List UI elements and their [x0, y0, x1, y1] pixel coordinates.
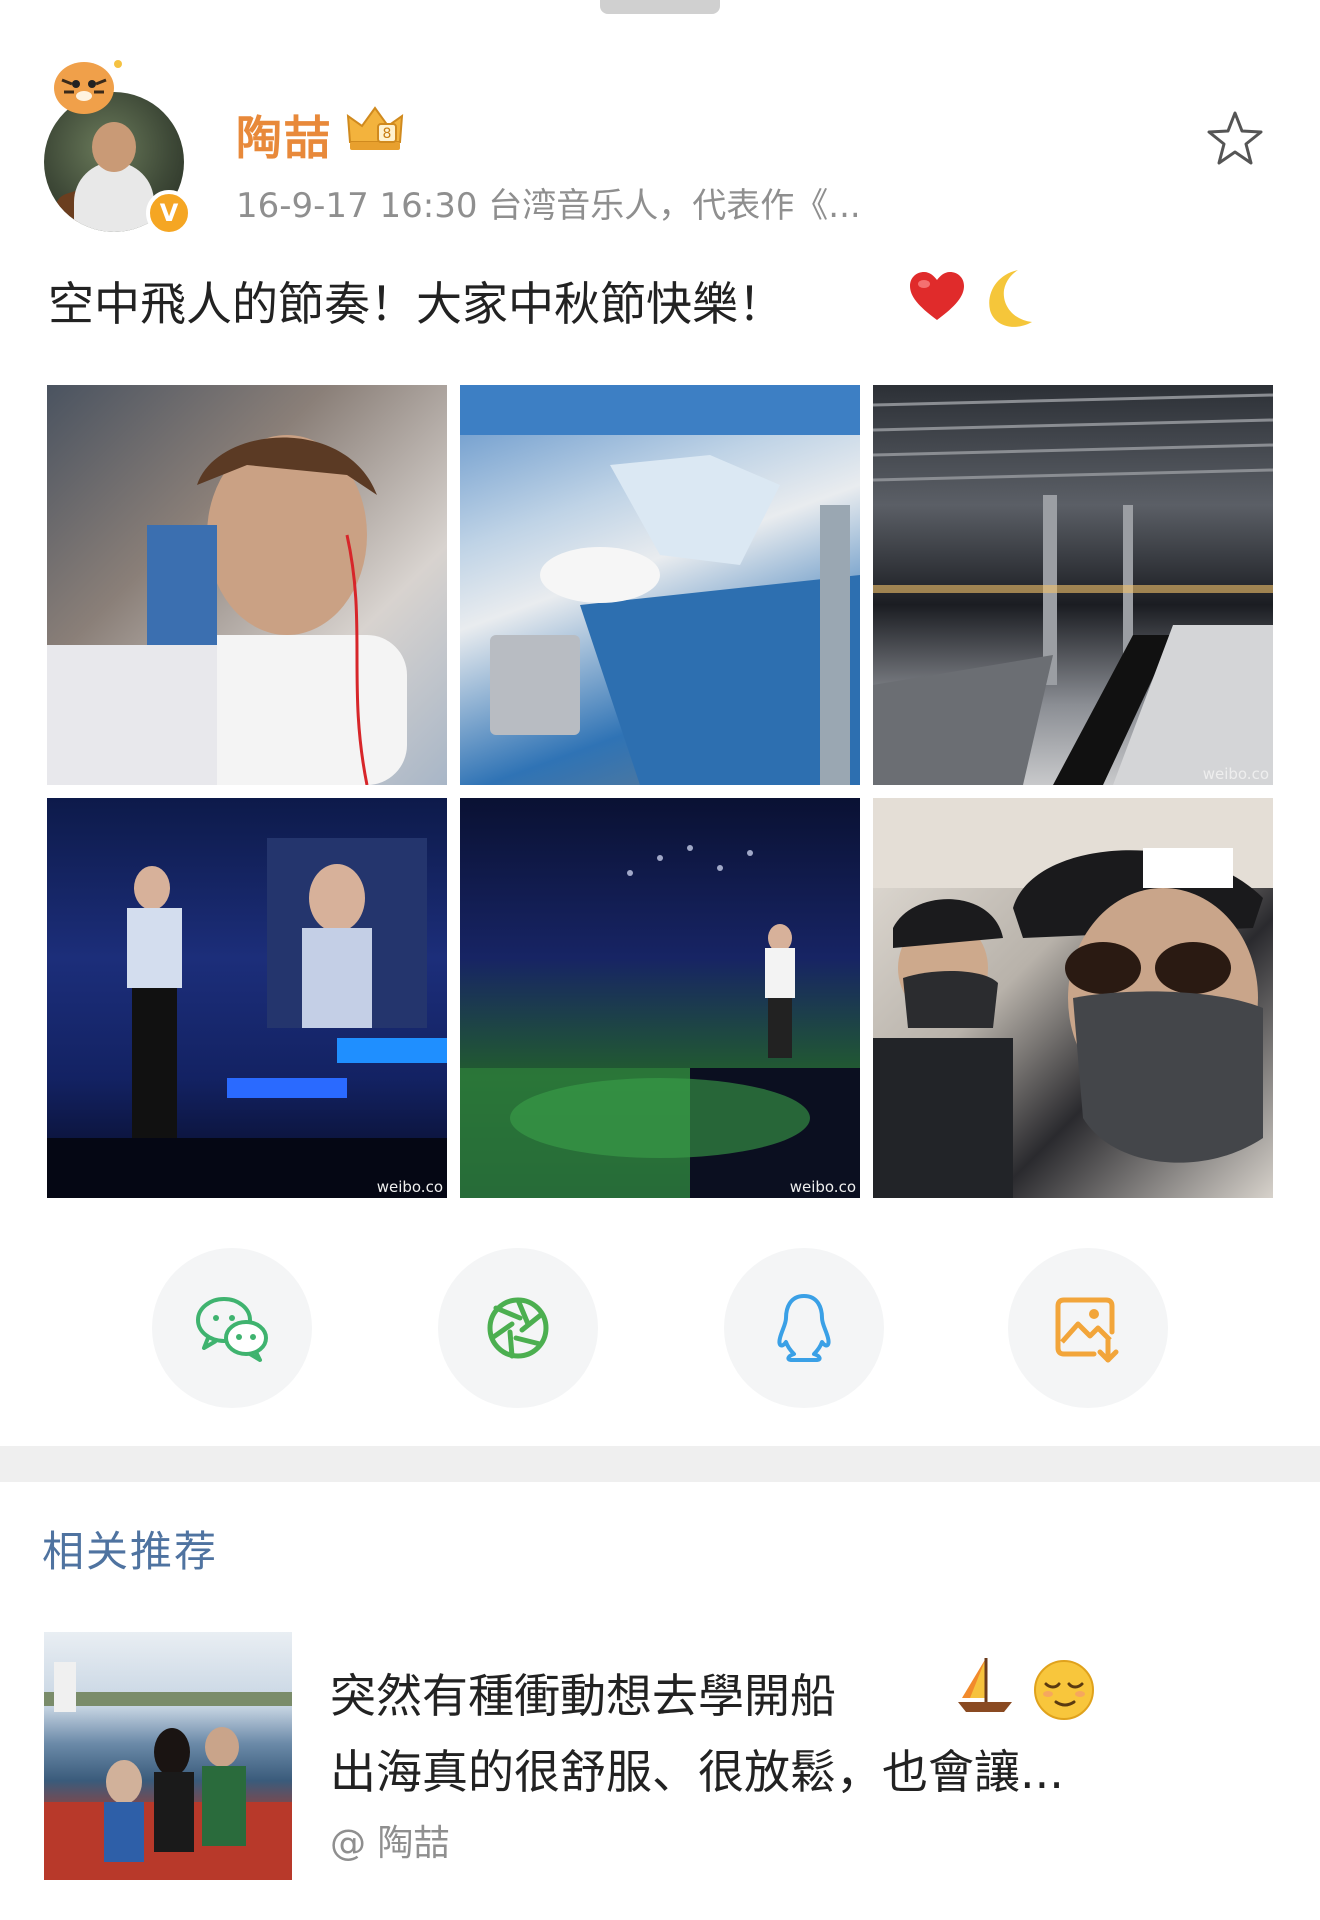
photo-4[interactable]: weibo.co [47, 798, 447, 1198]
photo-watermark: weibo.co [376, 1178, 443, 1196]
car-selfie-photo-art [873, 798, 1273, 1198]
save-image-icon [1055, 1297, 1119, 1363]
related-item-snippet[interactable]: 出海真的很舒服、很放鬆，也會讓... [330, 1736, 1064, 1802]
related-item-author[interactable]: @ 陶喆 [330, 1814, 449, 1866]
share-qq-button[interactable] [724, 1248, 884, 1408]
photo-6[interactable] [873, 798, 1273, 1198]
concert-stage-photo-art [47, 838, 447, 1198]
post-text: 空中飛人的節奏！大家中秋節快樂！ [48, 277, 784, 331]
post-meta: 16-9-17 16:30 台湾音乐人，代表作《... [236, 186, 861, 226]
favorite-star-icon[interactable] [1204, 108, 1266, 170]
share-moments-button[interactable] [438, 1248, 598, 1408]
avatar[interactable]: V [44, 50, 194, 236]
post-header: V 陶喆 8 16-9-17 16:30 台湾音乐人，代表作《... [44, 50, 1284, 236]
sailboat-icon [958, 1658, 1012, 1712]
red-heart-icon [910, 272, 964, 320]
weibo-share-page: V 陶喆 8 16-9-17 16:30 台湾音乐人，代表作《... 空中飛人的… [0, 0, 1320, 1920]
wechat-icon [196, 1297, 268, 1362]
save-image-button[interactable] [1008, 1248, 1168, 1408]
photo-5[interactable]: weibo.co [460, 798, 860, 1198]
photo-watermark: weibo.co [789, 1178, 856, 1196]
crown-vip-icon: 8 [346, 106, 404, 150]
sheet-drag-handle[interactable] [600, 0, 720, 14]
photo-grid: weibo.co weibo.co weibo.co [47, 385, 1273, 1199]
selfie-photo-art [47, 435, 407, 785]
section-divider [0, 1446, 1320, 1482]
crescent-moon-icon [989, 270, 1032, 327]
svg-text:8: 8 [383, 126, 392, 142]
related-item-title[interactable]: 突然有種衝動想去學開船 [330, 1660, 836, 1726]
tiger-sticker-icon [54, 60, 122, 114]
relieved-face-icon [1034, 1660, 1094, 1720]
train-berth-photo-art [460, 385, 860, 785]
photo-watermark: weibo.co [1202, 765, 1269, 783]
related-section-title: 相关推荐 [42, 1527, 219, 1576]
photo-1[interactable] [47, 385, 447, 785]
qq-icon [777, 1294, 831, 1362]
photo-3[interactable]: weibo.co [873, 385, 1273, 785]
station-platform-photo-art [873, 393, 1273, 785]
verified-badge: V [146, 190, 192, 236]
photo-2[interactable] [460, 385, 860, 785]
related-item-thumbnail[interactable] [44, 1632, 292, 1880]
boat-photo-art [44, 1662, 292, 1880]
moments-icon [487, 1297, 549, 1359]
user-name[interactable]: 陶喆 [236, 102, 332, 168]
share-wechat-button[interactable] [152, 1248, 312, 1408]
concert-arena-photo-art [460, 845, 860, 1198]
